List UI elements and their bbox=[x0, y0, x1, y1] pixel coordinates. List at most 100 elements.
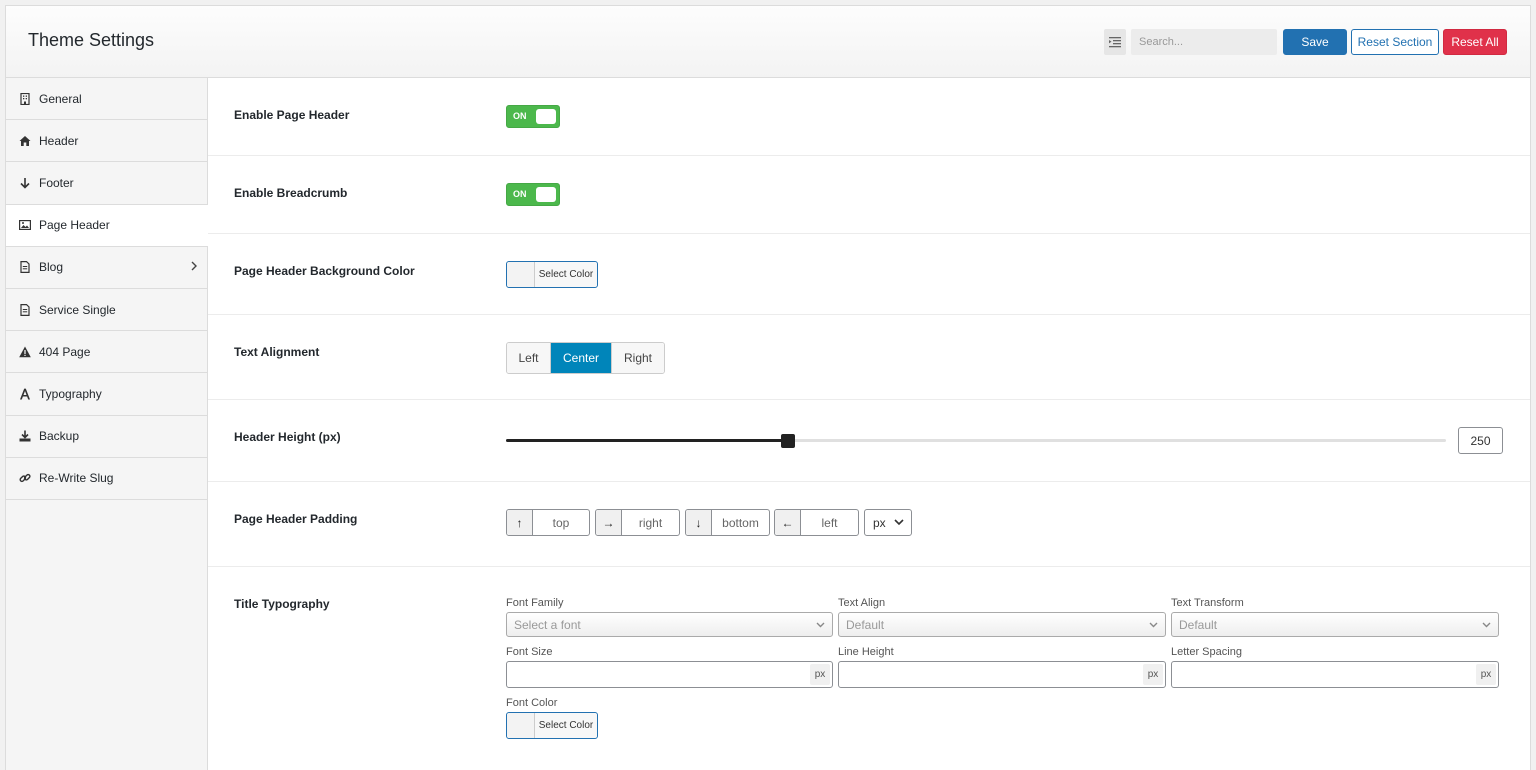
sidebar-nav: General Header Footer Page Header Blog S… bbox=[6, 78, 208, 770]
sidebar-item-page-header[interactable]: Page Header bbox=[6, 204, 208, 247]
sidebar-item-header[interactable]: Header bbox=[6, 120, 207, 163]
padding-bottom-input[interactable]: bottom bbox=[712, 510, 769, 535]
text-transform-value: Default bbox=[1179, 617, 1218, 632]
slider-handle[interactable] bbox=[781, 433, 795, 448]
line-height-input[interactable]: px bbox=[838, 661, 1166, 688]
padding-left-field[interactable]: ← left bbox=[774, 509, 859, 536]
sidebar-item-label: Header bbox=[39, 133, 79, 148]
font-family-value: Select a font bbox=[514, 617, 581, 632]
setting-label: Title Typography bbox=[234, 597, 330, 611]
settings-content: Enable Page Header ON Enable Breadcrumb … bbox=[208, 78, 1530, 770]
padding-bottom-field[interactable]: ↓ bottom bbox=[685, 509, 770, 536]
padding-unit-select[interactable]: px bbox=[864, 509, 912, 536]
setting-text-alignment: Text Alignment Left Center Right bbox=[208, 315, 1530, 400]
unit-label: px bbox=[1143, 664, 1163, 685]
toggle-state: ON bbox=[513, 111, 527, 121]
sidebar-item-label: Typography bbox=[39, 386, 102, 401]
padding-top-input[interactable]: top bbox=[533, 510, 589, 535]
text-align-label: Text Align bbox=[838, 597, 886, 609]
color-picker-label: Select Color bbox=[535, 262, 597, 287]
padding-top-field[interactable]: ↑ top bbox=[506, 509, 590, 536]
chevron-down-icon bbox=[1482, 622, 1491, 628]
arrow-right-icon: → bbox=[596, 510, 622, 535]
sidebar-item-rewrite-slug[interactable]: Re-Write Slug bbox=[6, 457, 207, 500]
search-input[interactable] bbox=[1131, 29, 1277, 55]
setting-label: Page Header Background Color bbox=[234, 264, 415, 278]
setting-page-header-padding: Page Header Padding ↑ top → right ↓ bott… bbox=[208, 482, 1530, 567]
link-icon bbox=[19, 472, 31, 484]
reset-section-button[interactable]: Reset Section bbox=[1351, 29, 1439, 55]
font-color-label: Font Color bbox=[506, 697, 558, 709]
setting-enable-page-header: Enable Page Header ON bbox=[208, 78, 1530, 156]
sidebar-item-label: Backup bbox=[39, 429, 80, 444]
list-indent-icon bbox=[1109, 36, 1121, 47]
chevron-down-icon bbox=[1149, 622, 1158, 628]
arrow-down-icon: ↓ bbox=[686, 510, 712, 535]
color-swatch bbox=[507, 262, 535, 287]
sidebar-item-service-single[interactable]: Service Single bbox=[6, 288, 207, 332]
chevron-down-icon bbox=[894, 519, 904, 526]
padding-right-input[interactable]: right bbox=[622, 510, 679, 535]
unit-label: px bbox=[810, 664, 830, 685]
header-height-input[interactable]: 250 bbox=[1458, 427, 1503, 454]
sidebar-item-404-page[interactable]: 404 Page bbox=[6, 331, 207, 374]
font-size-label: Font Size bbox=[506, 646, 553, 658]
chevron-down-icon bbox=[816, 622, 825, 628]
font-icon bbox=[19, 388, 31, 400]
letter-spacing-label: Letter Spacing bbox=[1171, 646, 1242, 658]
enable-page-header-toggle[interactable]: ON bbox=[506, 105, 560, 128]
chevron-right-icon bbox=[191, 261, 197, 271]
align-right-option[interactable]: Right bbox=[612, 343, 664, 373]
text-align-select[interactable]: Default bbox=[838, 612, 1166, 637]
sidebar-item-label: Service Single bbox=[39, 302, 116, 317]
enable-breadcrumb-toggle[interactable]: ON bbox=[506, 183, 560, 206]
sidebar-item-footer[interactable]: Footer bbox=[6, 162, 207, 205]
setting-title-typography: Title Typography Font Family Select a fo… bbox=[208, 567, 1530, 770]
arrow-left-icon: ← bbox=[775, 510, 801, 535]
padding-right-field[interactable]: → right bbox=[595, 509, 680, 536]
setting-label: Enable Page Header bbox=[234, 108, 350, 122]
expand-options-button[interactable] bbox=[1104, 29, 1126, 55]
home-icon bbox=[19, 135, 31, 147]
font-family-label: Font Family bbox=[506, 597, 564, 609]
setting-header-height: Header Height (px) 250 bbox=[208, 400, 1530, 482]
download-icon bbox=[19, 430, 31, 442]
toggle-knob bbox=[536, 187, 556, 202]
setting-bg-color: Page Header Background Color Select Colo… bbox=[208, 234, 1530, 315]
padding-left-input[interactable]: left bbox=[801, 510, 858, 535]
sidebar-item-blog[interactable]: Blog bbox=[6, 246, 207, 289]
setting-label: Page Header Padding bbox=[234, 512, 358, 526]
sidebar-item-general[interactable]: General bbox=[6, 78, 207, 121]
text-align-value: Default bbox=[846, 617, 885, 632]
building-icon bbox=[19, 92, 31, 105]
setting-label: Text Alignment bbox=[234, 345, 320, 359]
sidebar-item-label: Blog bbox=[39, 260, 64, 275]
sidebar-item-label: General bbox=[39, 91, 82, 106]
text-alignment-segmented: Left Center Right bbox=[506, 342, 665, 374]
align-center-option[interactable]: Center bbox=[551, 343, 612, 373]
arrow-down-icon bbox=[19, 177, 31, 189]
header-height-slider[interactable] bbox=[506, 433, 1446, 448]
settings-panel: Theme Settings Save Reset Section Reset … bbox=[5, 5, 1531, 770]
sidebar-item-backup[interactable]: Backup bbox=[6, 415, 207, 458]
setting-label: Enable Breadcrumb bbox=[234, 186, 348, 200]
font-family-select[interactable]: Select a font bbox=[506, 612, 833, 637]
setting-enable-breadcrumb: Enable Breadcrumb ON bbox=[208, 156, 1530, 234]
reset-all-button[interactable]: Reset All bbox=[1443, 29, 1507, 55]
toggle-knob bbox=[536, 109, 556, 124]
font-color-picker-button[interactable]: Select Color bbox=[506, 712, 598, 739]
bg-color-picker-button[interactable]: Select Color bbox=[506, 261, 598, 288]
save-button[interactable]: Save bbox=[1283, 29, 1347, 55]
arrow-up-icon: ↑ bbox=[507, 510, 533, 535]
sidebar-item-typography[interactable]: Typography bbox=[6, 373, 207, 416]
unit-label: px bbox=[1476, 664, 1496, 685]
color-picker-label: Select Color bbox=[535, 713, 597, 738]
line-height-label: Line Height bbox=[838, 646, 894, 658]
letter-spacing-input[interactable]: px bbox=[1171, 661, 1499, 688]
font-size-input[interactable]: px bbox=[506, 661, 833, 688]
text-transform-select[interactable]: Default bbox=[1171, 612, 1499, 637]
sidebar-item-label: 404 Page bbox=[39, 344, 91, 359]
sidebar-item-label: Re-Write Slug bbox=[39, 471, 114, 486]
document-icon bbox=[19, 261, 31, 274]
align-left-option[interactable]: Left bbox=[507, 343, 551, 373]
